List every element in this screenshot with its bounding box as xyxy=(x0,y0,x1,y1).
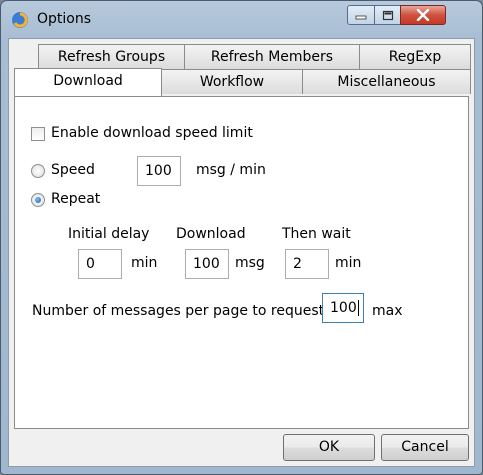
then-wait-input[interactable]: 2 xyxy=(285,249,329,279)
title-bar[interactable]: Options xyxy=(1,1,482,39)
speed-radio[interactable] xyxy=(31,164,45,178)
maximize-icon xyxy=(382,10,393,20)
radio-selected-dot xyxy=(35,197,41,203)
speed-unit: msg / min xyxy=(196,162,266,178)
then-wait-unit: min xyxy=(335,255,362,271)
tab-download[interactable]: Download xyxy=(14,68,162,96)
per-page-unit: max xyxy=(372,303,403,319)
tab-refresh-members[interactable]: Refresh Members xyxy=(184,44,360,69)
minimize-icon xyxy=(355,15,367,20)
per-page-label: Number of messages per page to request xyxy=(32,303,325,319)
dialog-client-area: Refresh Groups Refresh Members RegExp Do… xyxy=(8,38,475,467)
then-wait-label: Then wait xyxy=(282,226,351,242)
cancel-button[interactable]: Cancel xyxy=(381,434,469,461)
speed-limit-label[interactable]: Enable download speed limit xyxy=(51,125,253,141)
tab-refresh-groups[interactable]: Refresh Groups xyxy=(38,44,185,69)
tab-workflow[interactable]: Workflow xyxy=(161,69,303,94)
per-page-value: 100 xyxy=(330,300,357,316)
ok-button[interactable]: OK xyxy=(283,434,375,461)
close-icon xyxy=(416,9,430,21)
speed-input[interactable]: 100 xyxy=(137,156,181,186)
text-caret xyxy=(357,300,359,316)
download-count-input[interactable]: 100 xyxy=(185,249,229,279)
per-page-input[interactable]: 100 xyxy=(322,293,364,323)
options-dialog: Options Refresh Groups Refresh Members R… xyxy=(0,0,483,475)
minimize-button[interactable] xyxy=(347,5,375,25)
initial-delay-input[interactable]: 0 xyxy=(78,249,122,279)
speed-label[interactable]: Speed xyxy=(51,162,95,178)
repeat-radio[interactable] xyxy=(31,193,45,207)
tab-miscellaneous[interactable]: Miscellaneous xyxy=(302,69,471,94)
app-logo-icon xyxy=(12,12,28,28)
repeat-label[interactable]: Repeat xyxy=(51,191,100,207)
download-tab-panel: Enable download speed limit Speed 100 ms… xyxy=(14,96,469,429)
download-count-label: Download xyxy=(176,226,246,242)
download-count-unit: msg xyxy=(235,255,265,271)
maximize-button[interactable] xyxy=(374,5,401,25)
speed-limit-checkbox[interactable] xyxy=(31,127,45,141)
close-button[interactable] xyxy=(400,5,446,25)
initial-delay-label: Initial delay xyxy=(68,226,150,242)
initial-delay-unit: min xyxy=(131,255,158,271)
window-title: Options xyxy=(37,11,92,27)
tab-regexp[interactable]: RegExp xyxy=(359,44,471,69)
